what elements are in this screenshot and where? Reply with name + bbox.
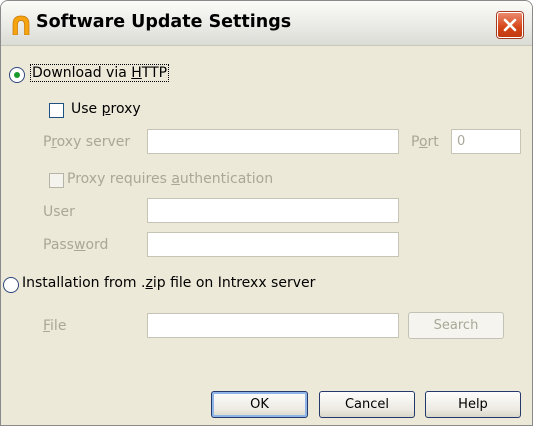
port-label: Port — [411, 134, 439, 150]
ok-button[interactable]: OK — [211, 391, 308, 418]
port-pre: P — [411, 134, 419, 150]
radio-selected-dot — [14, 72, 20, 78]
use-proxy-mnemonic: p — [101, 101, 111, 117]
password-label: Password — [43, 237, 108, 253]
proxy-server-pre: P — [43, 134, 52, 150]
install-zip-mnemonic: z — [145, 275, 153, 291]
download-http-label[interactable]: Download via HTTP — [30, 64, 170, 82]
install-zip-post: ip file on Intrexx server — [152, 275, 316, 291]
proxy-server-post: oxy server — [56, 134, 131, 150]
install-zip-pre: Installation from . — [22, 275, 146, 291]
port-post: rt — [427, 134, 439, 150]
proxy-auth-pre: Proxy requires — [67, 171, 172, 187]
password-input[interactable] — [147, 232, 399, 257]
password-mnemonic: w — [73, 237, 86, 253]
use-proxy-post: roxy — [110, 101, 141, 117]
file-mnemonic: F — [43, 318, 51, 334]
file-input[interactable] — [147, 313, 399, 338]
dialog-window: Software Update Settings Download via HT… — [0, 0, 533, 426]
download-label-pre: Download via — [32, 65, 132, 81]
focus-outline: Download via HTTP — [30, 64, 170, 82]
close-button[interactable] — [497, 12, 523, 38]
proxy-auth-label[interactable]: Proxy requires authentication — [67, 171, 273, 187]
search-button[interactable]: Search — [408, 312, 504, 339]
port-input[interactable] — [451, 129, 521, 154]
intrexx-logo-icon — [12, 15, 30, 35]
install-zip-label[interactable]: Installation from .zip file on Intrexx s… — [22, 275, 315, 291]
close-icon — [503, 18, 517, 32]
download-label-mnemonic: H — [131, 65, 142, 81]
use-proxy-checkbox[interactable] — [49, 103, 64, 118]
download-http-radio[interactable] — [9, 67, 25, 83]
download-label-post: TTP — [141, 65, 168, 81]
cancel-button[interactable]: Cancel — [319, 391, 415, 418]
user-input[interactable] — [147, 198, 399, 223]
window-title: Software Update Settings — [36, 12, 292, 32]
proxy-server-input[interactable] — [147, 129, 399, 154]
proxy-auth-checkbox[interactable] — [49, 173, 64, 188]
use-proxy-label[interactable]: Use proxy — [71, 101, 141, 117]
password-post: ord — [85, 237, 109, 253]
use-proxy-pre: Use — [71, 101, 102, 117]
proxy-server-label: Proxy server — [43, 134, 130, 150]
file-post: ile — [50, 318, 67, 334]
proxy-auth-post: uthentication — [179, 171, 274, 187]
help-button[interactable]: Help — [425, 391, 521, 418]
password-pre: Pass — [43, 237, 74, 253]
title-bar[interactable]: Software Update Settings — [1, 1, 532, 46]
file-label: File — [43, 318, 66, 334]
port-mnemonic: o — [418, 134, 428, 150]
proxy-auth-mnemonic: a — [171, 171, 180, 187]
user-label: User — [43, 204, 75, 220]
install-zip-radio[interactable] — [3, 277, 19, 293]
